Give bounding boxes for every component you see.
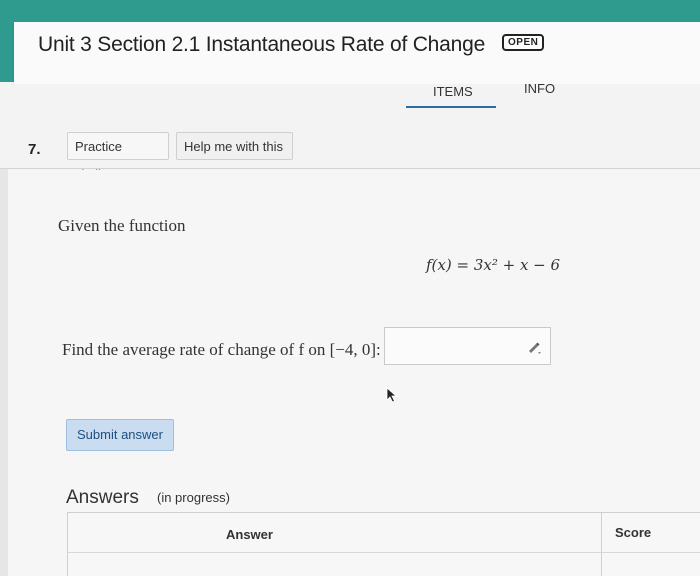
tab-items[interactable]: ITEMS [433,84,473,99]
help-me-button[interactable]: Help me with this [176,132,293,160]
status-badge: OPEN [502,34,545,51]
answers-title: Answers [66,487,139,508]
page: Unit 3 Section 2.1 Instantaneous Rate of… [0,0,700,576]
pencil-icon[interactable] [526,339,542,355]
table-row-divider [67,552,700,553]
answers-table [67,512,700,576]
question-prompt: Given the function [58,216,186,235]
column-header-answer: Answer [226,527,273,542]
tab-bar [14,84,700,124]
answers-subtitle: (in progress) [157,490,230,505]
tab-info[interactable]: INFO [524,81,555,96]
mouse-cursor-icon [386,387,398,403]
table-column-divider [601,512,602,576]
page-title: Unit 3 Section 2.1 Instantaneous Rate of… [38,33,486,56]
left-edge [0,122,8,576]
active-tab-indicator [406,106,496,108]
submit-answer-button[interactable]: Submit answer [66,419,174,451]
practice-similar-button[interactable]: Practice similar [67,132,169,182]
question-instruction: Find the average rate of change of f on … [62,340,381,359]
column-header-score: Score [615,525,652,540]
question-number: 7. [28,141,41,158]
function-formula: f(x) = 3x² + x − 6 [426,256,561,274]
